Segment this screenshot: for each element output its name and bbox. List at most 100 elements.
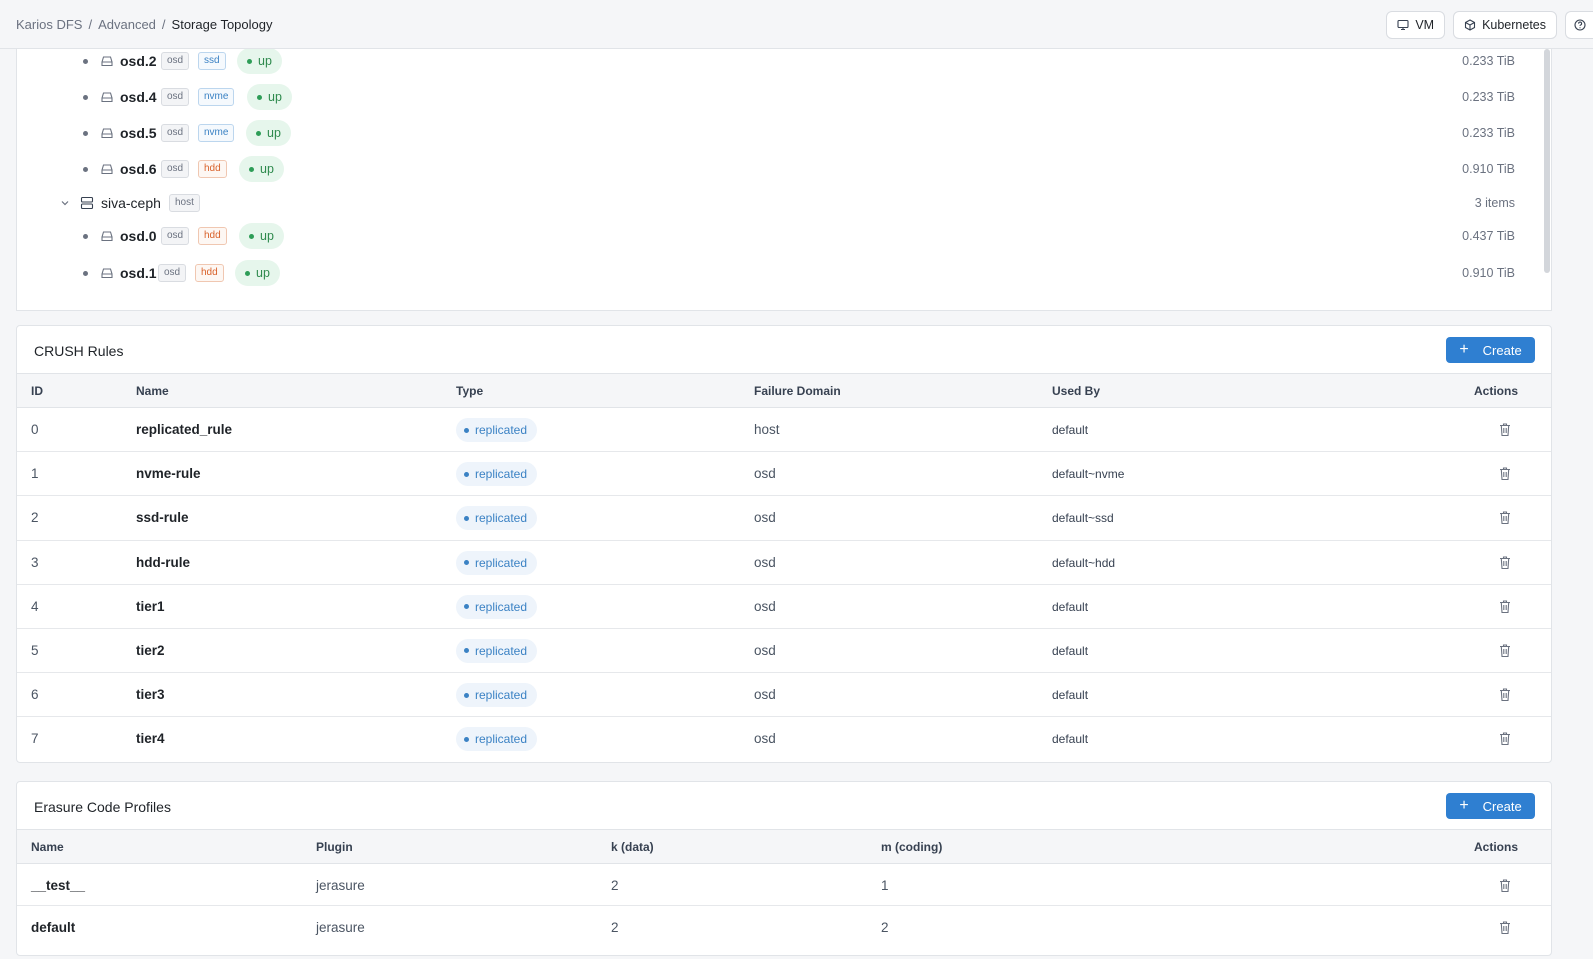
trash-icon[interactable] [1498, 422, 1512, 437]
osd-type-tag: osd [161, 227, 190, 245]
table-row: 6 tier3 replicated osd default [17, 673, 1551, 718]
breadcrumb-root[interactable]: Karios DFS [16, 17, 82, 32]
failure-domain: osd [754, 642, 776, 658]
status-badge: up [239, 223, 284, 249]
trash-icon[interactable] [1498, 555, 1512, 570]
rule-name: hdd-rule [136, 554, 190, 570]
ec-table-body: __test__ jerasure 2 1 default jerasure 2 2 [17, 864, 1551, 948]
ec-profiles-header: Erasure Code Profiles + Create [17, 782, 1551, 830]
col-failure-domain: Failure Domain [754, 384, 841, 398]
device-class-tag: hdd [198, 227, 227, 245]
bullet [83, 94, 88, 100]
type-badge: replicated [456, 418, 538, 442]
table-row: 0 replicated_rule replicated host default [17, 408, 1551, 453]
bullet [83, 166, 88, 172]
rule-id: 4 [31, 598, 39, 614]
osd-type-tag: osd [161, 160, 190, 178]
osd-size: 0.233 TiB [1462, 126, 1515, 140]
tree-row-osd[interactable]: osd.2 osd ssd up 0.233 TiB [17, 49, 1551, 75]
plus-icon: + [1459, 341, 1469, 358]
rule-name: nvme-rule [136, 466, 201, 482]
disk-icon [101, 231, 113, 242]
bullet [83, 58, 88, 64]
profile-m: 2 [881, 920, 889, 935]
osd-size: 0.233 TiB [1462, 90, 1515, 104]
disk-icon [101, 92, 113, 103]
table-row: default jerasure 2 2 [17, 906, 1551, 948]
trash-icon[interactable] [1498, 731, 1512, 746]
rule-id: 1 [31, 466, 39, 482]
type-badge: replicated [456, 638, 538, 663]
trash-icon[interactable] [1498, 878, 1512, 893]
breadcrumb-section[interactable]: Advanced [98, 17, 156, 32]
col-m-coding: m (coding) [881, 840, 943, 854]
table-row: 1 nvme-rule replicated osd default~nvme [17, 452, 1551, 497]
tree-row-osd[interactable]: osd.0 osd hdd up 0.437 TiB [17, 222, 1551, 250]
rule-id: 7 [31, 731, 39, 747]
device-class-tag: hdd [195, 264, 224, 282]
table-row: 3 hdd-rule replicated osd default~hdd [17, 541, 1551, 585]
trash-icon[interactable] [1498, 510, 1512, 525]
type-badge: replicated [456, 727, 538, 752]
table-row: 7 tier4 replicated osd default [17, 717, 1551, 761]
create-label: Create [1482, 342, 1522, 358]
failure-domain: osd [754, 731, 776, 747]
disk-icon [101, 164, 113, 175]
rule-id: 3 [31, 554, 39, 570]
help-button[interactable] [1565, 11, 1593, 39]
failure-domain: osd [754, 598, 776, 614]
profile-k: 2 [611, 920, 619, 935]
used-by: default [1052, 643, 1089, 658]
rule-name: tier1 [136, 598, 165, 614]
tree-row-osd[interactable]: osd.6 osd hdd up 0.910 TiB [17, 155, 1551, 183]
table-row: __test__ jerasure 2 1 [17, 864, 1551, 906]
help-icon [1573, 19, 1586, 31]
profile-plugin: jerasure [316, 878, 365, 893]
tree-row-osd[interactable]: osd.5 osd nvme up 0.233 TiB [17, 119, 1551, 147]
kubernetes-button[interactable]: Kubernetes [1453, 11, 1557, 39]
create-ec-profile-button[interactable]: + Create [1446, 793, 1535, 819]
col-k-data: k (data) [611, 840, 654, 854]
status-badge: up [247, 84, 292, 110]
osd-type-tag: osd [161, 124, 190, 142]
crush-rules-card: CRUSH Rules + Create ID Name Type Failur… [16, 325, 1552, 763]
disk-icon [101, 128, 113, 139]
profile-k: 2 [611, 878, 619, 893]
trash-icon[interactable] [1498, 643, 1512, 658]
crush-rules-title: CRUSH Rules [34, 343, 124, 359]
ec-profiles-title: Erasure Code Profiles [34, 799, 171, 815]
type-badge: replicated [456, 506, 538, 531]
col-type: Type [456, 384, 484, 398]
used-by: default [1052, 732, 1089, 747]
chevron-down-icon[interactable] [60, 198, 70, 208]
device-class-tag: nvme [198, 124, 235, 142]
tree-row-osd[interactable]: osd.4 osd nvme up 0.233 TiB [17, 83, 1551, 111]
trash-icon[interactable] [1498, 687, 1512, 702]
vm-button-label: VM [1415, 18, 1435, 32]
osd-type-tag: osd [161, 88, 190, 106]
status-badge: up [235, 260, 280, 286]
rule-name: tier3 [136, 687, 165, 703]
failure-domain: host [754, 422, 780, 437]
vm-button[interactable]: VM [1386, 11, 1446, 39]
osd-type-tag: osd [161, 52, 190, 70]
trash-icon[interactable] [1498, 466, 1512, 481]
tree-row-osd[interactable]: osd.1 osd hdd up 0.910 TiB [17, 259, 1551, 287]
trash-icon[interactable] [1498, 599, 1512, 614]
used-by: default~nvme [1052, 467, 1125, 482]
status-badge: up [246, 120, 291, 146]
breadcrumb-separator: / [161, 17, 166, 32]
tree-row-host[interactable]: siva-ceph host 3 items [17, 189, 1551, 217]
osd-size: 0.233 TiB [1462, 54, 1515, 68]
kubernetes-button-label: Kubernetes [1482, 18, 1546, 32]
osd-name: osd.1 [120, 265, 157, 281]
topology-tree[interactable]: osd.2 osd ssd up 0.233 TiB osd.4 osd nvm… [16, 49, 1552, 311]
device-class-tag: ssd [198, 52, 226, 70]
create-crush-rule-button[interactable]: + Create [1446, 337, 1535, 363]
table-row: 5 tier2 replicated osd default [17, 629, 1551, 674]
profile-plugin: jerasure [316, 920, 365, 935]
osd-name: osd.5 [120, 125, 157, 141]
type-badge: replicated [456, 683, 538, 708]
failure-domain: osd [754, 554, 776, 570]
trash-icon[interactable] [1498, 920, 1512, 935]
